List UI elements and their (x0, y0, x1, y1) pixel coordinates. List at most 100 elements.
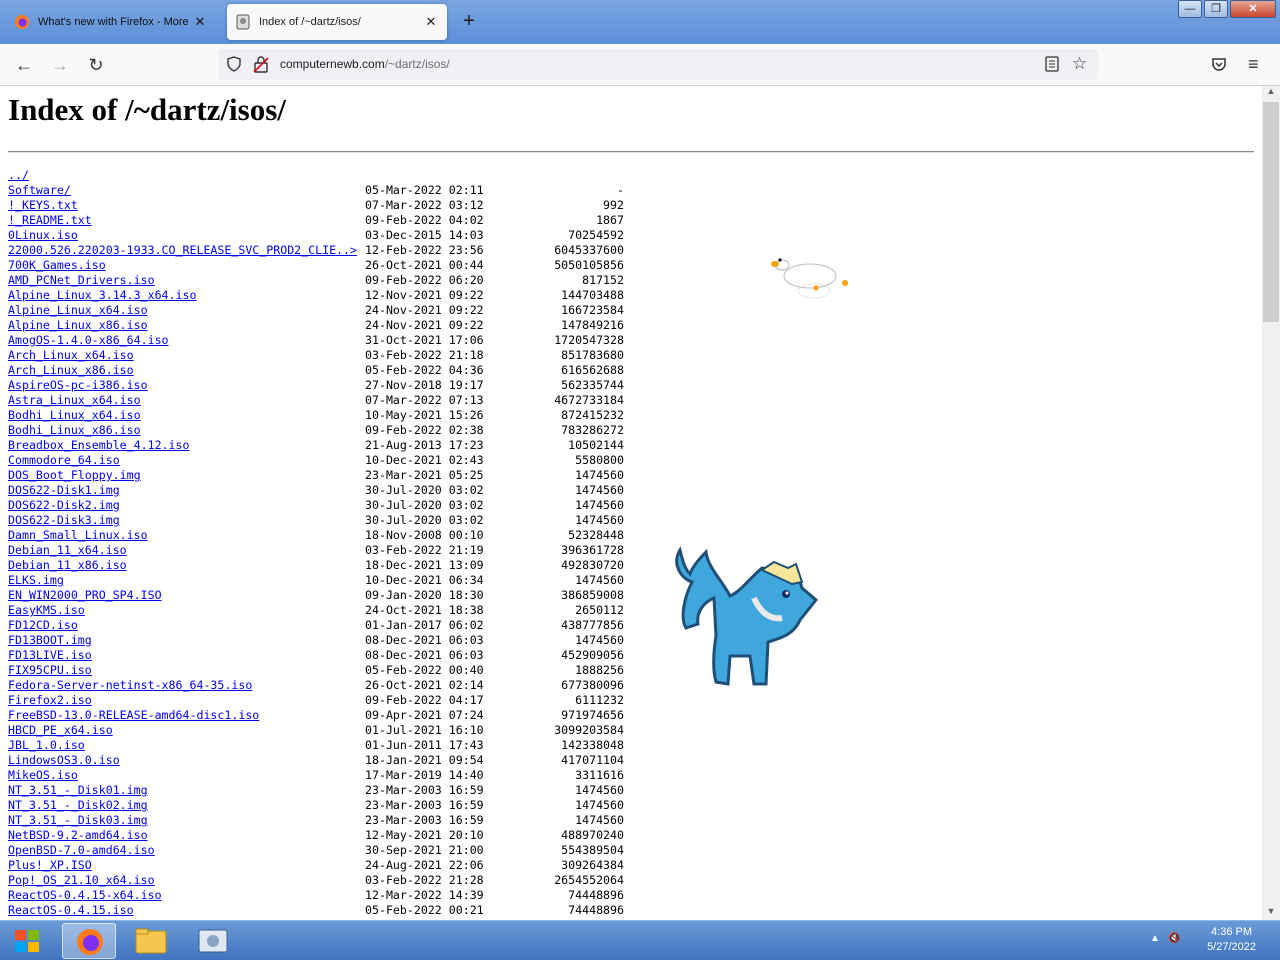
file-size: 1720547328 (554, 333, 624, 347)
bookmark-star-icon[interactable]: ☆ (1072, 54, 1087, 74)
file-link[interactable]: HBCD_PE_x64.iso (8, 723, 365, 738)
file-size: 386859008 (561, 588, 624, 602)
file-link[interactable]: Damn_Small_Linux.iso (8, 528, 365, 543)
file-link[interactable]: Plus!_XP.ISO (8, 858, 365, 873)
url-text[interactable]: computernewb.com/~dartz/isos/ (280, 57, 450, 71)
taskbar-firefox[interactable] (62, 923, 116, 959)
file-link[interactable]: FIX95CPU.iso (8, 663, 365, 678)
file-link[interactable]: !_README.txt (8, 213, 365, 228)
file-link[interactable]: AspireOS-pc-i386.iso (8, 378, 365, 393)
file-size: 10502144 (568, 438, 624, 452)
reader-view-icon[interactable] (1045, 56, 1059, 72)
file-link[interactable]: Firefox2.iso (8, 693, 365, 708)
new-tab-button[interactable]: + (458, 11, 480, 33)
file-link[interactable]: ReactOS-0.4.15.iso (8, 903, 365, 918)
control-panel-icon (198, 929, 228, 953)
back-arrow-icon[interactable]: ← (12, 53, 36, 77)
listing-row: Pop!_OS_21.10_x64.iso 03-Feb-2022 21:28 26… (8, 873, 624, 888)
window-controls: — ❐ ✕ (1176, 0, 1276, 18)
maximize-button[interactable]: ❐ (1204, 0, 1228, 18)
file-link[interactable]: ELKS.img (8, 573, 365, 588)
file-link[interactable]: DOS_Boot_Floppy.img (8, 468, 365, 483)
file-link[interactable]: Debian_11_x64.iso (8, 543, 365, 558)
file-link[interactable]: 0Linux.iso (8, 228, 365, 243)
tab-close-icon[interactable]: ✕ (192, 14, 208, 30)
start-button[interactable] (8, 925, 46, 957)
address-bar[interactable]: computernewb.com/~dartz/isos/ ☆ (218, 49, 1098, 80)
file-link[interactable]: AMD_PCNet_Drivers.iso (8, 273, 365, 288)
file-link[interactable]: LindowsOS3.0.iso (8, 753, 365, 768)
file-link[interactable]: Breadbox_Ensemble_4.12.iso (8, 438, 365, 453)
file-link[interactable]: NetBSD-9.2-amd64.iso (8, 828, 365, 843)
system-tray[interactable]: ▲ 🔇 (1150, 933, 1181, 944)
file-link[interactable]: NT_3.51_-_Disk02.img (8, 798, 365, 813)
clock-time: 4:36 PM (1211, 926, 1253, 938)
file-link[interactable]: !_KEYS.txt (8, 198, 365, 213)
file-link[interactable]: JBL_1.0.iso (8, 738, 365, 753)
file-link[interactable]: NT_3.51_-_Disk03.img (8, 813, 365, 828)
listing-row: ReactOS-0.4.15.iso 05-Feb-2022 00:21 74448… (8, 903, 624, 918)
file-link[interactable]: 22000.526.220203-1933.CO_RELEASE_SVC_PRO… (8, 243, 365, 258)
hamburger-menu-icon[interactable]: ≡ (1248, 54, 1259, 75)
file-link[interactable]: AmogOS-1.4.0-x86_64.iso (8, 333, 365, 348)
file-link[interactable]: Software/ (8, 183, 365, 198)
tab-close-icon[interactable]: ✕ (423, 14, 439, 30)
file-link[interactable]: ../ (8, 168, 365, 183)
file-link[interactable]: Bodhi_Linux_x64.iso (8, 408, 365, 423)
tab-index-isos[interactable]: Index of /~dartz/isos/ ✕ (227, 4, 447, 40)
file-size: 166723584 (561, 303, 624, 317)
file-link[interactable]: Alpine_Linux_x86.iso (8, 318, 365, 333)
file-link[interactable]: EasyKMS.iso (8, 603, 365, 618)
file-date: 12-May-2021 20:10 (365, 828, 484, 842)
close-window-button[interactable]: ✕ (1230, 0, 1276, 18)
file-link[interactable]: Commodore_64.iso (8, 453, 365, 468)
tab-whats-new[interactable]: What's new with Firefox - More privac...… (6, 4, 216, 40)
volume-muted-icon[interactable]: 🔇 (1168, 933, 1180, 944)
file-link[interactable]: Arch_Linux_x86.iso (8, 363, 365, 378)
file-link[interactable]: FreeBSD-13.0-RELEASE-amd64-disc1.iso (8, 708, 365, 723)
tracking-protection-shield-icon[interactable] (226, 56, 242, 72)
file-date (365, 168, 535, 183)
file-link[interactable]: 700K_Games.iso (8, 258, 365, 273)
file-link[interactable]: DOS622-Disk2.img (8, 498, 365, 513)
file-date: 17-Mar-2019 14:40 (365, 768, 484, 782)
forward-arrow-icon[interactable]: → (48, 53, 72, 77)
file-link[interactable]: DOS622-Disk3.img (8, 513, 365, 528)
file-date: 23-Mar-2003 16:59 (365, 813, 484, 827)
taskbar-control-panel[interactable] (186, 923, 240, 959)
file-link[interactable]: Fedora-Server-netinst-x86_64-35.iso (8, 678, 365, 693)
file-date: 12-Nov-2021 09:22 (365, 288, 484, 302)
file-link[interactable]: FD13BOOT.img (8, 633, 365, 648)
clock[interactable]: 4:36 PM 5/27/2022 (1207, 925, 1256, 955)
taskbar-file-explorer[interactable] (124, 923, 178, 959)
file-link[interactable]: Pop!_OS_21.10_x64.iso (8, 873, 365, 888)
file-link[interactable]: Alpine_Linux_3.14.3_x64.iso (8, 288, 365, 303)
insecure-lock-icon[interactable] (253, 55, 269, 73)
file-link[interactable]: MikeOS.iso (8, 768, 365, 783)
file-link[interactable]: Bodhi_Linux_x86.iso (8, 423, 365, 438)
minimize-button[interactable]: — (1178, 0, 1202, 18)
listing-row: MikeOS.iso 17-Mar-2019 14:40 3311616 (8, 768, 624, 783)
listing-row: Alpine_Linux_x86.iso 24-Nov-2021 09:22 147… (8, 318, 624, 333)
vertical-scrollbar[interactable]: ▲ ▼ (1262, 86, 1280, 920)
reload-icon[interactable]: ↻ (84, 53, 108, 77)
file-link[interactable]: EN_WIN2000_PRO_SP4.ISO (8, 588, 365, 603)
page-content: Index of /~dartz/isos/ ../Software/05-Ma… (0, 86, 1262, 920)
file-link[interactable]: Debian_11_x86.iso (8, 558, 365, 573)
file-link[interactable]: OpenBSD-7.0-amd64.iso (8, 843, 365, 858)
file-link[interactable]: Alpine_Linux_x64.iso (8, 303, 365, 318)
file-link[interactable]: NT_3.51_-_Disk01.img (8, 783, 365, 798)
file-link[interactable]: FD13LIVE.iso (8, 648, 365, 663)
scroll-up-arrow-icon[interactable]: ▲ (1262, 86, 1280, 100)
file-date: 18-Dec-2021 13:09 (365, 558, 484, 572)
listing-row: Alpine_Linux_x64.iso 24-Nov-2021 09:22 166… (8, 303, 624, 318)
file-link[interactable]: DOS622-Disk1.img (8, 483, 365, 498)
file-link[interactable]: Arch_Linux_x64.iso (8, 348, 365, 363)
pocket-icon[interactable] (1211, 56, 1227, 72)
scroll-down-arrow-icon[interactable]: ▼ (1262, 906, 1280, 920)
file-link[interactable]: FD12CD.iso (8, 618, 365, 633)
file-link[interactable]: ReactOS-0.4.15-x64.iso (8, 888, 365, 903)
scrollbar-thumb[interactable] (1263, 102, 1279, 322)
file-link[interactable]: Astra_Linux_x64.iso (8, 393, 365, 408)
file-date: 10-May-2021 15:26 (365, 408, 484, 422)
